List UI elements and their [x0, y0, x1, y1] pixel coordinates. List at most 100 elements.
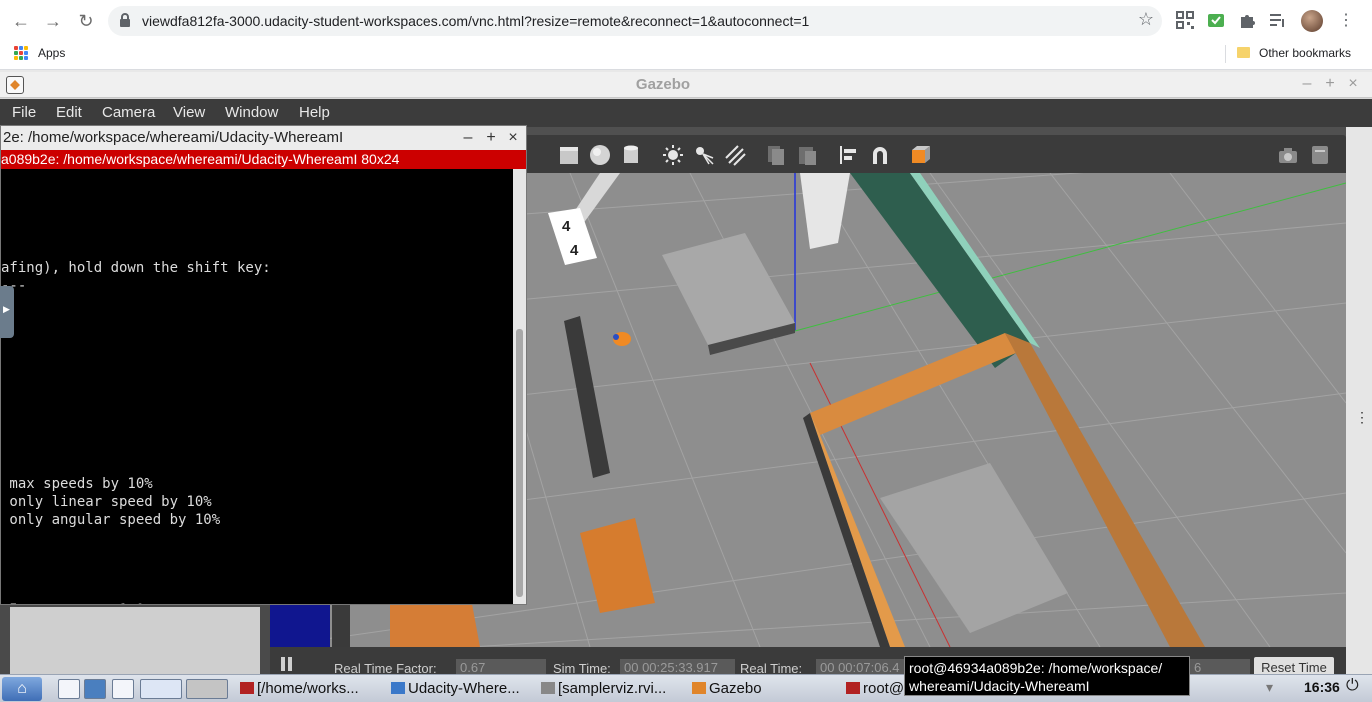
vnc-desktop: Gazebo – + × File Edit Camera View Windo… [0, 72, 1372, 702]
terminal-output[interactable]: afing), hold down the shift key: --- max … [1, 169, 513, 604]
folder-icon [1237, 47, 1250, 58]
box-shape-icon[interactable] [558, 144, 580, 166]
maximize-button[interactable]: + [1321, 75, 1339, 93]
back-icon[interactable]: ← [8, 8, 34, 34]
apps-icon[interactable] [14, 46, 28, 60]
browser-toolbar: ← → ↻ viewdfa812fa-3000.udacity-student-… [0, 0, 1372, 42]
taskbar-task[interactable]: root@ [846, 678, 906, 700]
task-label: [samplerviz.rvi... [558, 680, 667, 697]
workspace-1-button[interactable] [140, 679, 182, 699]
terminal-maximize-button[interactable]: + [482, 128, 500, 148]
taskbar-tooltip: root@46934a089b2e: /home/workspace/ wher… [904, 656, 1190, 696]
copy-icon[interactable] [765, 144, 787, 166]
marker-label-bottom: 4 [570, 242, 579, 259]
terminal-scroll-thumb[interactable] [516, 329, 523, 597]
media-queue-icon[interactable] [1269, 11, 1287, 29]
right-panel-handle[interactable]: ⋮ [1346, 127, 1372, 677]
profile-avatar[interactable] [1301, 10, 1323, 32]
sphere-shape-icon[interactable] [589, 144, 611, 166]
terminal-line: afing), hold down the shift key: [1, 260, 271, 276]
marker-label-top: 4 [562, 218, 571, 235]
other-bookmarks[interactable]: Other bookmarks [1259, 46, 1351, 60]
minimize-button[interactable]: – [1298, 75, 1316, 93]
browser-menu-icon[interactable]: ⋮ [1336, 10, 1356, 32]
snap-magnet-icon[interactable] [869, 144, 891, 166]
log-icon[interactable] [1309, 144, 1331, 166]
screen: ← → ↻ viewdfa812fa-3000.udacity-student-… [0, 0, 1372, 702]
task-label: [/home/works... [257, 680, 359, 697]
taskbar-task[interactable]: [/home/works... [240, 678, 375, 700]
view-angle-icon[interactable] [910, 144, 932, 166]
gazebo-window-title: Gazebo [635, 76, 691, 93]
side-panel-toggle[interactable]: ▶ [0, 286, 14, 338]
system-monitor-icon[interactable] [84, 679, 106, 699]
address-bar[interactable]: viewdfa812fa-3000.udacity-student-worksp… [108, 6, 1162, 36]
lock-icon [120, 13, 130, 27]
url-text: viewdfa812fa-3000.udacity-student-worksp… [142, 13, 810, 29]
menu-window[interactable]: Window [225, 104, 278, 121]
task-app-icon [541, 682, 555, 694]
align-icon[interactable] [838, 144, 860, 166]
clock[interactable]: 16:36 [1304, 679, 1340, 695]
apps-bookmark[interactable]: Apps [38, 46, 65, 60]
task-app-icon [846, 682, 860, 694]
power-icon[interactable]: ⏻ [1346, 677, 1359, 695]
close-button[interactable]: × [1344, 75, 1362, 93]
task-label: Udacity-Where... [408, 680, 520, 697]
terminal-line: .5 turn 1.0 [1, 601, 513, 604]
menu-edit[interactable]: Edit [56, 104, 82, 121]
task-app-icon [391, 682, 405, 694]
handle-grip-icon: ⋮ [1355, 409, 1369, 425]
start-menu-button[interactable]: ⌂ [2, 677, 42, 701]
workspace-2-button[interactable] [186, 679, 228, 699]
tooltip-line-2: whereami/Udacity-WhereamI [909, 678, 1090, 694]
taskbar-task[interactable]: Udacity-Where... [391, 678, 525, 700]
menu-file[interactable]: File [12, 104, 36, 121]
desktop-icon[interactable] [112, 679, 134, 699]
bookmarks-bar: Apps Other bookmarks [0, 42, 1372, 70]
spot-light-icon[interactable] [693, 144, 715, 166]
gazebo-titlebar: Gazebo – + × [0, 72, 1372, 98]
menu-camera[interactable]: Camera [102, 104, 155, 121]
forward-icon[interactable]: → [40, 8, 66, 34]
speaker-icon[interactable]: ▾ [1266, 679, 1273, 696]
terminal-line: only angular speed by 10% [1, 512, 221, 528]
terminal-tab[interactable]: a089b2e: /home/workspace/whereami/Udacit… [1, 150, 526, 169]
terminal-line: --- [1, 278, 27, 294]
point-light-icon[interactable] [662, 144, 684, 166]
terminal-scrollbar[interactable] [513, 169, 526, 604]
camera-icon[interactable] [1277, 144, 1299, 166]
extensions-puzzle-icon[interactable] [1238, 11, 1256, 29]
expand-arrow-icon: ▶ [3, 304, 10, 314]
task-label: Gazebo [709, 680, 762, 697]
paste-icon[interactable] [796, 144, 818, 166]
file-manager-icon[interactable] [58, 679, 80, 699]
menu-help[interactable]: Help [299, 104, 330, 121]
taskbar-task[interactable]: Gazebo [692, 678, 832, 700]
reload-icon[interactable]: ↻ [73, 8, 99, 34]
download-extension-icon[interactable] [1207, 11, 1225, 29]
terminal-close-button[interactable]: × [504, 128, 522, 148]
menu-view[interactable]: View [173, 104, 205, 121]
cylinder-shape-icon[interactable] [620, 144, 642, 166]
directional-light-icon[interactable] [724, 144, 746, 166]
taskbar-task[interactable]: [samplerviz.rvi... [541, 678, 681, 700]
terminal-minimize-button[interactable]: – [459, 128, 477, 148]
star-icon[interactable]: ☆ [1138, 9, 1154, 30]
pause-icon[interactable] [280, 655, 294, 671]
qr-code-icon[interactable] [1176, 11, 1194, 29]
